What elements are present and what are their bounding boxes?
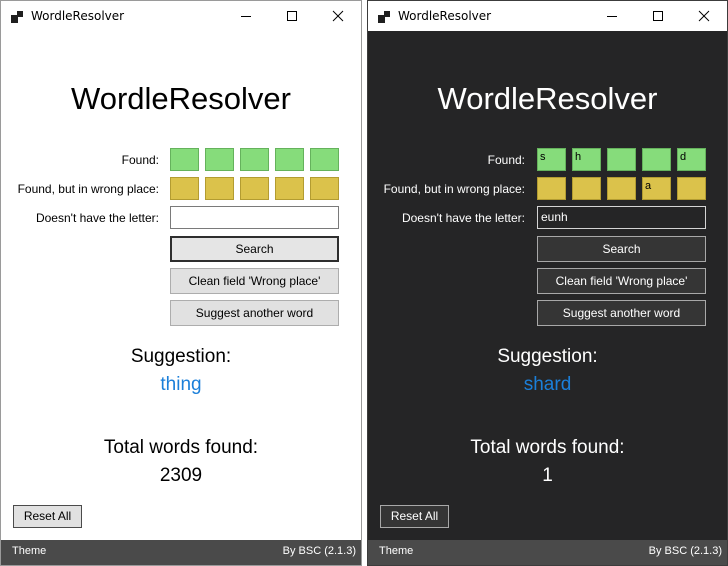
maximize-button[interactable] — [269, 1, 315, 31]
close-icon — [332, 10, 344, 22]
found-cell-4[interactable] — [642, 148, 671, 171]
light-theme-window: WordleResolver WordleResolver Found: Fou… — [0, 0, 362, 566]
wrong-place-label: Found, but in wrong place: — [17, 182, 159, 196]
window-title: WordleResolver — [398, 9, 492, 23]
app-icon — [11, 11, 23, 23]
found-cell-5[interactable]: d — [677, 148, 706, 171]
minimize-button[interactable] — [223, 1, 269, 31]
found-cell-2[interactable]: h — [572, 148, 601, 171]
close-button[interactable] — [681, 1, 727, 31]
close-icon — [698, 10, 710, 22]
found-cell-4[interactable] — [275, 148, 304, 171]
minimize-icon — [241, 16, 251, 17]
total-words-value: 1 — [542, 465, 553, 486]
wrong-place-cell-3[interactable] — [607, 177, 636, 200]
suggest-another-word-button[interactable]: Suggest another word — [537, 300, 706, 326]
wrong-place-cell-1[interactable] — [537, 177, 566, 200]
suggest-another-word-button[interactable]: Suggest another word — [170, 300, 339, 326]
suggestion-label: Suggestion: — [497, 346, 598, 367]
found-cell-3[interactable] — [240, 148, 269, 171]
excluded-letters-input[interactable]: eunh — [537, 206, 706, 229]
total-words-label: Total words found: — [103, 437, 259, 458]
wrong-place-cell-5[interactable] — [310, 177, 339, 200]
found-label: Found: — [487, 153, 525, 167]
close-button[interactable] — [315, 1, 361, 31]
wrong-place-cell-3[interactable] — [240, 177, 269, 200]
wrong-place-cell-4[interactable] — [275, 177, 304, 200]
minimize-icon — [607, 16, 617, 17]
doesnt-have-label: Doesn't have the letter: — [35, 211, 159, 225]
version-label: By BSC (2.1.3) — [282, 545, 356, 557]
wrong-place-cell-2[interactable] — [205, 177, 234, 200]
total-words-label: Total words found: — [470, 437, 625, 458]
version-label: By BSC (2.1.3) — [648, 545, 722, 557]
dark-theme-window: WordleResolver WordleResolver Found: Fou… — [367, 0, 728, 566]
clean-wrong-place-button[interactable]: Clean field 'Wrong place' — [537, 268, 706, 294]
clean-wrong-place-button[interactable]: Clean field 'Wrong place' — [170, 268, 339, 294]
minimize-button[interactable] — [589, 1, 635, 31]
reset-all-button[interactable]: Reset All — [13, 505, 82, 528]
status-bar: Theme By BSC (2.1.3) — [1, 540, 361, 565]
status-bar: Theme By BSC (2.1.3) — [368, 540, 727, 565]
suggestion-word: thing — [160, 374, 202, 395]
search-button[interactable]: Search — [537, 236, 706, 262]
excluded-letters-input[interactable] — [170, 206, 339, 229]
title-bar: WordleResolver — [1, 1, 361, 31]
theme-toggle[interactable]: Theme — [12, 545, 46, 557]
app-title: WordleResolver — [71, 81, 291, 116]
found-cell-1[interactable] — [170, 148, 199, 171]
maximize-icon — [653, 11, 663, 21]
wrong-place-label: Found, but in wrong place: — [383, 182, 525, 196]
suggestion-word: shard — [523, 374, 572, 395]
total-words-value: 2309 — [159, 465, 203, 486]
found-cell-1[interactable]: s — [537, 148, 566, 171]
theme-toggle[interactable]: Theme — [379, 545, 413, 557]
wrong-place-cell-2[interactable] — [572, 177, 601, 200]
window-title: WordleResolver — [31, 9, 125, 23]
reset-all-button[interactable]: Reset All — [380, 505, 449, 528]
maximize-icon — [287, 11, 297, 21]
title-bar: WordleResolver — [368, 1, 727, 31]
wrong-place-cell-5[interactable] — [677, 177, 706, 200]
maximize-button[interactable] — [635, 1, 681, 31]
found-cell-5[interactable] — [310, 148, 339, 171]
found-cell-3[interactable] — [607, 148, 636, 171]
search-button[interactable]: Search — [170, 236, 339, 262]
wrong-place-cell-4[interactable]: a — [642, 177, 671, 200]
wrong-place-cell-1[interactable] — [170, 177, 199, 200]
app-icon — [378, 11, 390, 23]
suggestion-label: Suggestion: — [130, 346, 232, 367]
found-label: Found: — [121, 153, 159, 167]
doesnt-have-label: Doesn't have the letter: — [401, 211, 525, 225]
found-cell-2[interactable] — [205, 148, 234, 171]
app-title: WordleResolver — [437, 81, 658, 116]
